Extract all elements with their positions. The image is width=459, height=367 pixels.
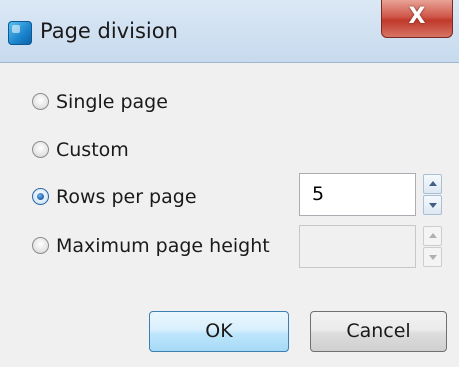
radio-maximum-page-height[interactable] (32, 237, 49, 254)
spin-up-icon[interactable] (423, 174, 442, 194)
cancel-button[interactable]: Cancel (310, 311, 447, 352)
window-title: Page division (40, 19, 178, 43)
ok-button[interactable]: OK (149, 311, 289, 352)
spin-down-icon (423, 247, 442, 267)
spin-down-icon[interactable] (423, 195, 442, 215)
option-label: Rows per page (56, 186, 197, 208)
close-icon: X (408, 4, 426, 29)
rows-per-page-input[interactable]: 5 (299, 173, 416, 216)
option-label: Maximum page height (56, 235, 270, 257)
radio-custom[interactable] (32, 141, 49, 158)
max-page-height-spinner (423, 226, 442, 267)
option-label: Single page (56, 91, 168, 113)
max-page-height-input (299, 225, 416, 268)
rows-per-page-spinner[interactable] (423, 174, 442, 215)
option-label: Custom (56, 139, 129, 161)
title-bar[interactable]: Page division X (0, 0, 459, 63)
radio-single-page[interactable] (32, 93, 49, 110)
close-button[interactable]: X (381, 0, 453, 38)
spin-up-icon (423, 226, 442, 246)
radio-rows-per-page[interactable] (32, 188, 49, 205)
app-icon (8, 21, 32, 45)
